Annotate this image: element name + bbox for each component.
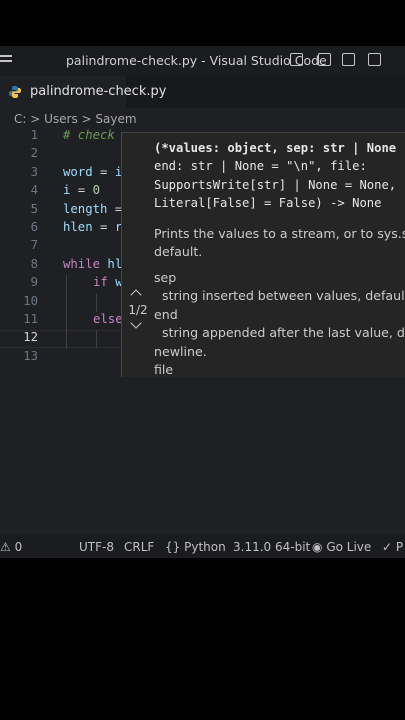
line-number: 1 — [30, 128, 38, 142]
warning-icon: ⚠ — [0, 540, 11, 554]
go-live-label: Go Live — [326, 540, 372, 554]
line-number: 4 — [30, 183, 38, 198]
toggle-secondary-sidebar-icon[interactable] — [342, 53, 355, 66]
line-number: 3 — [30, 164, 38, 179]
line-number: 11 — [23, 312, 38, 326]
python-interpreter[interactable]: 3.11.0 64-bit — [233, 540, 310, 554]
code-line-3: word = i — [63, 165, 122, 179]
operator-token: = — [70, 183, 93, 198]
code-line-6: hlen = r — [63, 220, 122, 234]
variable-token: hlen — [63, 220, 93, 234]
number-token: 0 — [92, 183, 101, 198]
line-number: 13 — [23, 348, 38, 363]
keyword-token: else — [93, 312, 123, 326]
hamburger-menu-icon[interactable] — [0, 55, 12, 67]
go-live-button[interactable]: ◉ Go Live — [312, 540, 371, 554]
code-line-5: length = — [63, 202, 130, 216]
indent-guide — [96, 294, 97, 312]
window-title: palindrome-check.py - Visual Studio Code — [66, 53, 327, 68]
line-number: 9 — [30, 275, 38, 290]
chevron-down-icon[interactable] — [130, 317, 142, 329]
vscode-window: palindrome-check.py - Visual Studio Code… — [0, 46, 405, 558]
variable-token: hl — [100, 256, 123, 271]
signature-line: end: str | None = "\n", file: — [154, 159, 367, 174]
language-label: Python — [184, 540, 226, 554]
toggle-primary-sidebar-icon[interactable] — [290, 53, 303, 66]
customize-layout-icon[interactable] — [368, 53, 381, 66]
signature-line: (*values: object, sep: str | None — [154, 141, 397, 155]
param-name: file — [154, 362, 174, 377]
signature-line: SupportsWrite[str] | None = None, : — [154, 177, 405, 192]
variable-token: length — [63, 201, 108, 216]
line-number: 7 — [30, 238, 38, 253]
operator-token: = — [92, 220, 115, 234]
code-line-11: else — [93, 312, 123, 326]
chevron-up-icon[interactable] — [130, 289, 142, 301]
overload-navigator: 1/2 — [122, 287, 154, 343]
code-line-8: while hl — [63, 257, 122, 271]
braces-icon: {} — [165, 540, 181, 554]
comment-token: # check — [63, 128, 115, 142]
status-bar: ⚠ 0 UTF-8 CRLF {} Python 3.11.0 64-bit ◉… — [0, 535, 405, 558]
prettier-indicator[interactable]: ✓ P — [382, 540, 403, 554]
breadcrumb[interactable]: C: > Users > Sayem — [14, 112, 137, 126]
param-name: sep — [154, 270, 177, 285]
tab-bar: palindrome-check.py — [0, 76, 405, 108]
code-line-1: # check — [63, 128, 115, 142]
signature-line: Literal[False] = False) -> None — [154, 196, 382, 211]
line-number: 6 — [30, 220, 38, 234]
line-number-current: 12 — [23, 330, 38, 345]
language-mode[interactable]: {} Python — [165, 540, 226, 554]
code-line-4: i = 0 — [63, 183, 100, 197]
code-line-9: if w — [93, 275, 123, 289]
toggle-panel-icon[interactable] — [318, 53, 331, 66]
parameter-docs: sep string inserted between values, defa… — [154, 269, 405, 377]
keyword-token: while — [63, 256, 101, 271]
signature-help-popup[interactable]: (*values: object, sep: str | None end: st… — [121, 132, 405, 377]
indent-guide — [66, 275, 67, 349]
tab-palindrome-check[interactable]: palindrome-check.py — [0, 76, 166, 108]
encoding-indicator[interactable]: UTF-8 — [79, 540, 114, 554]
operator-token: = — [92, 164, 115, 179]
param-name: end — [154, 306, 178, 322]
description-line: Prints the values to a stream, or to sys… — [154, 226, 405, 241]
description-line: default. — [154, 244, 203, 260]
eol-indicator[interactable]: CRLF — [124, 540, 154, 554]
variable-token: word — [63, 164, 93, 179]
keyword-token: if — [93, 275, 108, 290]
line-number: 5 — [30, 201, 38, 216]
check-icon: ✓ — [382, 540, 393, 554]
title-bar: palindrome-check.py - Visual Studio Code — [0, 46, 405, 76]
problems-indicator[interactable]: ⚠ 0 — [0, 540, 22, 554]
problems-count: 0 — [14, 540, 23, 554]
param-desc: string inserted between values, default … — [154, 288, 405, 304]
param-desc: string appended after the last value, de… — [154, 325, 405, 341]
line-number: 2 — [30, 146, 38, 161]
overload-counter: 1/2 — [128, 303, 148, 317]
line-number: 8 — [30, 256, 38, 271]
tab-label: palindrome-check.py — [30, 84, 167, 99]
param-desc: newline. — [154, 343, 207, 359]
broadcast-icon: ◉ — [312, 540, 323, 554]
prettier-label: P — [395, 540, 404, 554]
indent-guide — [96, 330, 97, 348]
python-file-icon — [9, 86, 21, 98]
description: Prints the values to a stream, or to sys… — [154, 225, 405, 262]
signature-text: (*values: object, sep: str | None end: st… — [154, 139, 405, 213]
line-number: 10 — [23, 293, 38, 308]
